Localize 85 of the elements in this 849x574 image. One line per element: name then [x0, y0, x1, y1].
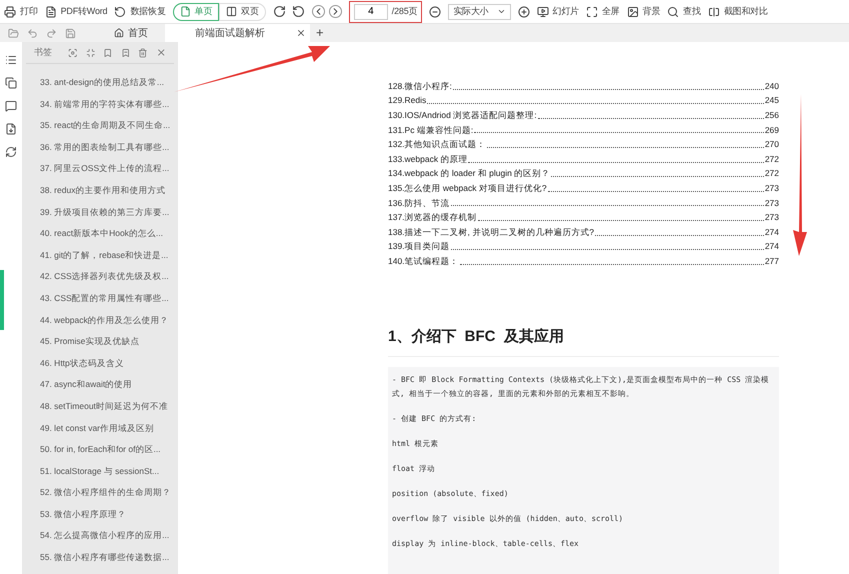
toc-entry: 140.笔试编程题： 277	[388, 254, 779, 268]
toc-entry: 130.IOS/Andriod 浏览器适配问题整理: 256	[388, 109, 779, 122]
toolbar-button[interactable]: 幻灯片	[536, 4, 579, 18]
next-page-icon[interactable]	[328, 5, 342, 18]
printer-icon	[4, 6, 16, 18]
bookmark-item[interactable]: 53. 微信小程序原理？	[40, 504, 178, 526]
bookmark-item[interactable]: 39. 升级项目依赖的第三方库要...	[40, 202, 178, 224]
bookmark-item[interactable]: 45. Promise实现及优缺点	[40, 331, 178, 353]
page-number-field[interactable]: 4	[354, 4, 388, 20]
bookmark-item[interactable]: 41. git的了解，rebase和快进是...	[40, 244, 178, 266]
home-icon	[114, 28, 124, 38]
single-page-icon	[180, 6, 191, 17]
toolbar-button[interactable]: 打印	[4, 4, 38, 18]
bookmark-item[interactable]: 38. redux的主要作用和使用方式	[40, 180, 178, 202]
toc-entry: 139.项目类问题 274	[388, 240, 779, 254]
bookmark-item[interactable]: 44. webpack的作用及怎么使用？	[40, 310, 178, 332]
bookmark-item[interactable]: 40. react新版本中Hook的怎么...	[40, 223, 178, 245]
bookmark-icon[interactable]	[103, 48, 113, 58]
slideshow-icon	[536, 6, 549, 18]
toolbar-button[interactable]: 背景	[626, 4, 660, 18]
toc-entry: 131.Pc 端兼容性问题: 269	[388, 124, 779, 136]
toc-entry: 128.微信小程序: 240	[388, 80, 779, 93]
refresh-icon[interactable]	[5, 146, 17, 158]
bookmark-item[interactable]: 54. 怎么提高微信小程序的应用...	[40, 525, 178, 548]
zoom-select[interactable]: 实际大小	[448, 4, 511, 20]
toolbar-button[interactable]: 截图和对比	[708, 4, 768, 18]
compare-icon	[708, 6, 720, 18]
new-tab-button[interactable]: +	[310, 24, 330, 42]
collapse-icon[interactable]	[86, 48, 96, 58]
bookmark-item[interactable]: 48. setTimeout时间延迟为何不准	[40, 396, 178, 418]
bookmark-item[interactable]: 36. 常用的图表绘制工具有哪些...	[40, 136, 178, 158]
bookmark-item[interactable]: 35. react的生命周期及不同生命...	[40, 115, 178, 137]
document-tab[interactable]: 前端面试题解析	[165, 24, 310, 42]
pages-icon[interactable]	[5, 77, 17, 89]
toc-entry: 136.防抖、节流 273	[388, 196, 779, 210]
toc-entry: 134.webpack 的 loader 和 plugin 的区别？ 272	[388, 167, 779, 180]
bookmark-item[interactable]: 51. localStorage 与 sessionSt...	[40, 460, 178, 482]
close-icon[interactable]	[296, 28, 306, 38]
bookmark-item[interactable]: 50. for in, forEach和for of的区...	[40, 439, 178, 461]
view-mode-button[interactable]: 单页	[172, 2, 220, 20]
comment-icon[interactable]	[5, 100, 17, 112]
fullscreen-icon	[586, 6, 598, 18]
bookmark-item[interactable]: 37. 阿里云OSS文件上传的流程...	[40, 158, 178, 180]
bookmark-item[interactable]: 49. let const var作用域及区别	[40, 418, 178, 440]
toc-entry: 138.描述一下二叉树, 并说明二叉树的几种遍历方式? 274	[388, 226, 779, 239]
toolbar-button[interactable]: 查找	[667, 4, 701, 18]
page-total: /285页	[392, 4, 418, 18]
document-tab[interactable]: 首页	[110, 24, 165, 42]
bookmark-item[interactable]: 42. CSS选择器列表优先级及权...	[40, 266, 178, 288]
side-handle[interactable]	[0, 270, 4, 330]
document-icon	[44, 6, 57, 18]
toc-entry: 137.浏览器的缓存机制 273	[388, 211, 779, 224]
expand-icon[interactable]	[68, 48, 78, 58]
bookmark-item[interactable]: 52. 微信小程序组件的生命周期？	[40, 482, 178, 504]
panel-title: 书签	[34, 46, 52, 59]
tab-label: 首页	[128, 26, 148, 40]
toc-entry: 133.webpack 的原理 272	[388, 152, 779, 166]
bookmark-remove-icon[interactable]	[120, 48, 130, 58]
delete-icon[interactable]	[138, 48, 148, 58]
double-page-icon	[226, 6, 238, 17]
bookmark-item[interactable]: 47. async和await的使用	[40, 374, 178, 396]
toolbar-button[interactable]: PDF转Word	[44, 4, 108, 18]
restore-icon	[114, 6, 126, 18]
bookmark-item[interactable]: 46. Http状态码及含义	[40, 352, 178, 374]
export-icon[interactable]	[5, 123, 17, 135]
find-icon	[667, 6, 680, 18]
background-icon	[626, 6, 639, 18]
zoom-in-icon[interactable]	[518, 6, 530, 18]
toolbar-button[interactable]: 数据恢复	[114, 4, 166, 18]
zoom-out-icon[interactable]	[429, 6, 442, 18]
view-mode-button[interactable]: 双页	[219, 2, 266, 20]
bookmark-item[interactable]: 43. CSS配置的常用属性有哪些...	[40, 288, 178, 310]
caret-icon	[496, 7, 506, 16]
section-heading: 1、介绍下 BFC 及其应用	[388, 326, 779, 358]
bookmark-item[interactable]: 33. ant-design的使用总结及常...	[40, 72, 178, 94]
bookmark-item[interactable]: 55. 微信小程序有哪些传递数据...	[40, 547, 178, 569]
toc-entry: 132.其他知识点面试题： 270	[388, 138, 779, 151]
tab-label: 前端面试题解析	[195, 26, 265, 40]
rotate-left-icon[interactable]	[292, 5, 305, 18]
previous-page-icon[interactable]	[312, 5, 325, 18]
toolbar-button[interactable]: 全屏	[586, 4, 620, 18]
rotate-right-icon[interactable]	[272, 5, 286, 18]
toc-entry: 129.Redis 245	[388, 94, 779, 108]
bookmark-item[interactable]: 34. 前端常用的字符实体有哪些...	[40, 94, 178, 116]
toc-entry: 135.怎么使用 webpack 对项目进行优化? 273	[388, 182, 779, 195]
